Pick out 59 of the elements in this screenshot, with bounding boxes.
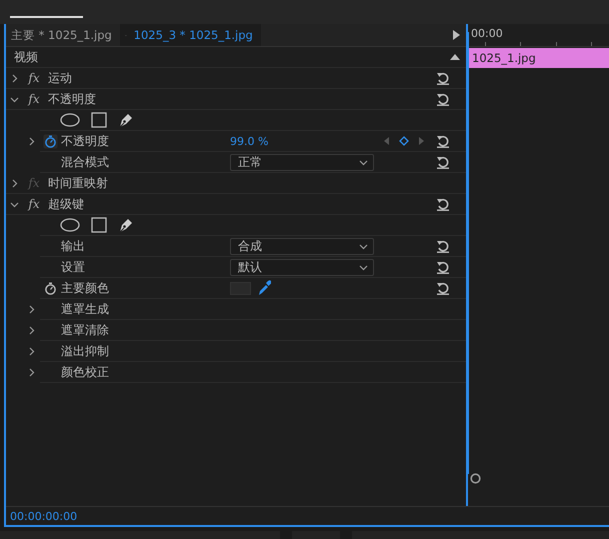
pen-icon[interactable]: [118, 112, 134, 128]
reset-icon[interactable]: [436, 240, 450, 252]
expand-chevron-icon[interactable]: [10, 74, 18, 82]
reset-icon[interactable]: [436, 92, 450, 106]
rectangle-mask-icon[interactable]: [91, 217, 107, 233]
parameter-value[interactable]: 99.0 %: [230, 134, 268, 148]
keyframe-navigator-icon[interactable]: [384, 135, 424, 147]
dropdown[interactable]: 合成: [230, 238, 374, 254]
collapse-triangle-icon[interactable]: [450, 54, 460, 60]
expand-chevron-icon[interactable]: [26, 368, 36, 376]
timecode: 00:00:00:00: [10, 510, 78, 522]
parameter-name: 遮罩生成: [61, 300, 110, 318]
ellipse-mask-icon[interactable]: [60, 113, 80, 127]
collapse-chevron-icon[interactable]: [10, 200, 18, 208]
parameter-name: 遮罩清除: [61, 322, 110, 338]
parameter-name: 混合模式: [61, 154, 110, 170]
collapse-chevron-icon[interactable]: [10, 94, 18, 104]
eyedropper-icon[interactable]: [257, 280, 271, 296]
reset-icon[interactable]: [436, 260, 450, 274]
dropdown[interactable]: 正常: [230, 154, 374, 170]
collapse-chevron-icon[interactable]: [359, 158, 368, 166]
rectangle-mask-icon[interactable]: [91, 112, 107, 128]
reset-icon[interactable]: [436, 282, 450, 294]
ruler-time: 00:00: [471, 27, 503, 40]
collapse-chevron-icon[interactable]: [359, 242, 368, 250]
reset-icon[interactable]: [436, 72, 450, 84]
effect-name: 超级键: [48, 196, 84, 212]
dropdown[interactable]: 默认: [230, 258, 374, 276]
parameter-name: 输出: [61, 238, 86, 254]
stopwatch-icon[interactable]: [42, 134, 58, 148]
fx-toggle[interactable]: fx: [22, 71, 46, 85]
parameter-name: 颜色校正: [61, 364, 110, 380]
effect-name: 时间重映射: [48, 174, 108, 192]
effect-name: 运动: [48, 70, 72, 86]
parameter-name: 不透明度: [61, 132, 110, 150]
parameter-name: 主要颜色: [61, 280, 110, 296]
expand-chevron-icon[interactable]: [26, 326, 36, 334]
expand-chevron-icon[interactable]: [26, 136, 36, 146]
zoom-handle-icon[interactable]: [470, 473, 481, 484]
fx-toggle[interactable]: fx: [22, 197, 46, 211]
fx-toggle[interactable]: fx: [22, 92, 46, 106]
effect-name: 不透明度: [48, 90, 96, 108]
pen-icon[interactable]: [118, 217, 134, 233]
clip-tab[interactable]: 1025_3 * 1025_1.jpg: [120, 24, 261, 46]
clip-tab[interactable]: 主要 * 1025_1.jpg: [6, 24, 120, 46]
expand-chevron-icon[interactable]: [26, 304, 36, 314]
parameter-name: 溢出抑制: [61, 342, 110, 360]
expand-chevron-icon[interactable]: [10, 178, 18, 188]
reset-icon[interactable]: [436, 198, 450, 210]
reset-icon[interactable]: [436, 156, 450, 168]
expand-chevron-icon[interactable]: [26, 346, 36, 356]
ellipse-mask-icon[interactable]: [60, 218, 80, 232]
section-label: 视频: [14, 48, 38, 66]
collapse-chevron-icon[interactable]: [359, 262, 368, 272]
reset-icon[interactable]: [436, 134, 450, 148]
clip-bar[interactable]: 1025_1.jpg: [468, 48, 609, 68]
play-triangle-icon[interactable]: [452, 30, 460, 40]
parameter-name: 设置: [61, 258, 86, 276]
stopwatch-icon[interactable]: [42, 280, 58, 296]
